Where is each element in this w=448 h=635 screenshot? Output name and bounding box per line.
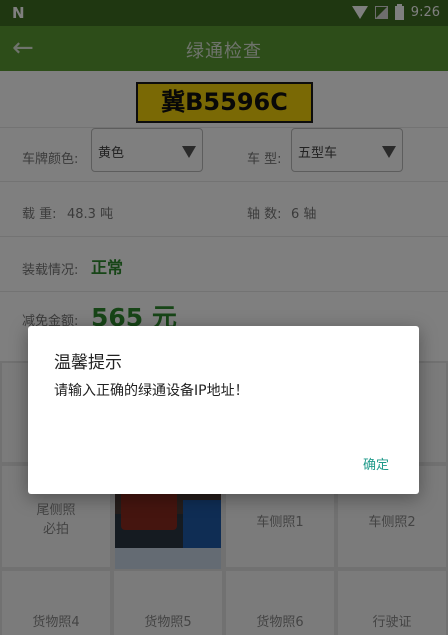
dialog-scrim[interactable] — [0, 0, 448, 635]
dialog-message: 请输入正确的绿通设备IP地址！ — [54, 383, 249, 399]
alert-dialog: 温馨提示 请输入正确的绿通设备IP地址！ 确定 — [28, 326, 419, 494]
confirm-button[interactable]: 确定 — [363, 454, 389, 473]
dialog-title: 温馨提示 — [54, 353, 122, 373]
